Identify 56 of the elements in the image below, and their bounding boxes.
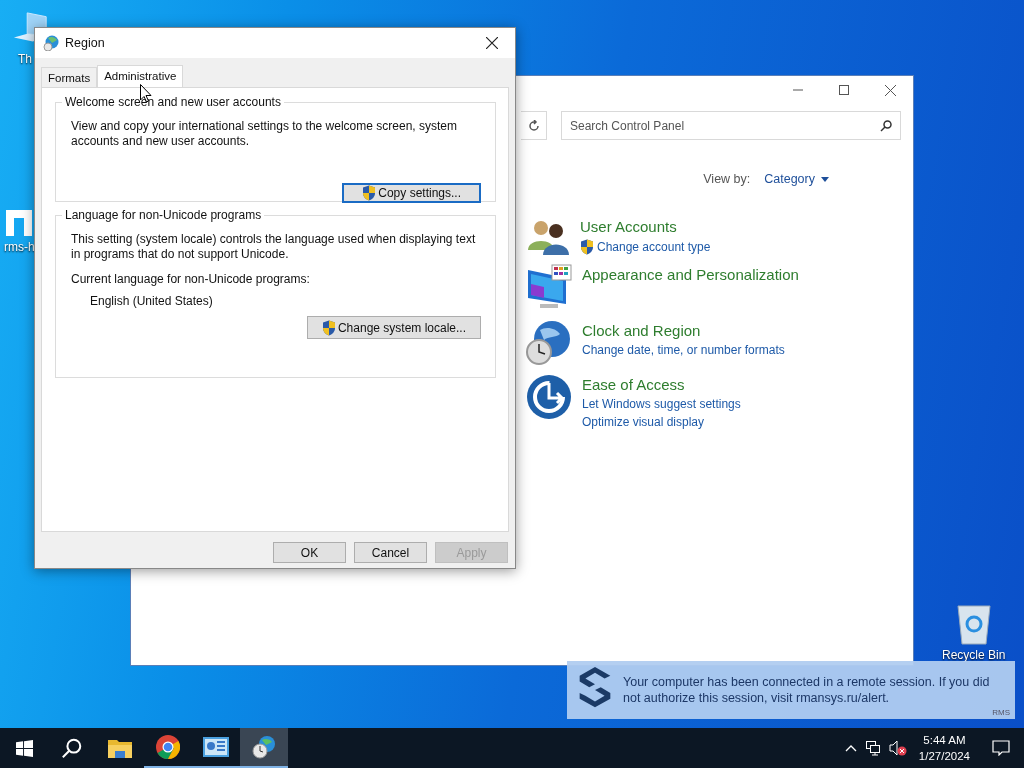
folder-icon bbox=[108, 738, 132, 758]
control-panel-icon bbox=[203, 737, 229, 757]
refresh-button[interactable] bbox=[521, 111, 547, 140]
tab[interactable]: Administrative bbox=[97, 65, 184, 87]
task-link[interactable]: Let Windows suggest settings bbox=[582, 397, 741, 411]
category-link[interactable]: User Accounts bbox=[580, 218, 711, 235]
category-link[interactable]: Clock and Region bbox=[582, 322, 785, 339]
taskbar-button[interactable] bbox=[240, 728, 288, 768]
notifications-icon[interactable] bbox=[992, 740, 1010, 756]
description-text: View and copy your international settings to the welcome screen, system accounts and new user accounts. bbox=[71, 119, 458, 149]
shield-icon bbox=[321, 319, 336, 336]
notification-message: Your computer has been connected in a remote session. If you did not authorize this session, visit rmansys.ru/alert. bbox=[623, 674, 991, 706]
icon-label: Th bbox=[18, 52, 32, 66]
search-field[interactable]: Search Control Panel bbox=[561, 111, 901, 140]
group-title: Welcome screen and new user accounts bbox=[62, 95, 284, 109]
network-icon[interactable] bbox=[864, 740, 881, 756]
window-title: Region bbox=[65, 36, 106, 50]
category-link[interactable]: Appearance and Personalization bbox=[582, 266, 799, 283]
caret-icon bbox=[821, 176, 829, 182]
description-text: This setting (system locale) controls the language used when displaying text in programs that do not support Unicode. bbox=[71, 232, 477, 262]
category-link[interactable]: Ease of Access bbox=[582, 376, 741, 393]
browser-icon bbox=[156, 735, 180, 759]
dialog-button[interactable]: OK bbox=[273, 542, 346, 563]
close-icon[interactable] bbox=[486, 37, 498, 49]
field-label: Current language for non-Unicode programs: bbox=[71, 272, 311, 286]
locale-value: English (United States) bbox=[90, 294, 214, 308]
clock-date[interactable]: 1/27/2024 bbox=[918, 748, 970, 764]
icon-label: rms-h bbox=[4, 240, 35, 254]
task-link[interactable]: Optimize visual display bbox=[582, 415, 741, 429]
windows-icon bbox=[15, 739, 33, 757]
notification-source: RMS bbox=[992, 708, 1010, 717]
task-link[interactable]: Change account type bbox=[580, 239, 711, 255]
shield-icon bbox=[580, 239, 594, 255]
task-link[interactable]: Change date, time, or number formats bbox=[582, 343, 785, 357]
settings-button[interactable]: Change system locale... bbox=[306, 316, 481, 339]
search-icon bbox=[61, 737, 83, 759]
globe-icon bbox=[43, 35, 59, 51]
clock-time[interactable]: 5:44 AM bbox=[923, 732, 966, 748]
tab[interactable]: Formats bbox=[41, 67, 98, 87]
muted-speaker-icon[interactable] bbox=[888, 740, 907, 756]
app-icon[interactable] bbox=[4, 208, 35, 238]
accessibility-icon bbox=[526, 374, 572, 420]
view-by-dropdown[interactable]: Category bbox=[764, 172, 829, 186]
globe-clock-icon bbox=[252, 735, 276, 759]
shield-icon bbox=[362, 185, 377, 201]
close-icon[interactable] bbox=[884, 84, 896, 96]
view-by-label: View by: bbox=[703, 172, 751, 186]
dialog-button[interactable]: Cancel bbox=[354, 542, 427, 563]
search-icon bbox=[880, 120, 892, 132]
settings-button[interactable]: Copy settings... bbox=[342, 183, 481, 203]
refresh-icon bbox=[527, 119, 540, 132]
group-title: Language for non-Unicode programs bbox=[62, 208, 265, 222]
globe-clock-icon bbox=[526, 320, 572, 366]
chevron-up-icon[interactable] bbox=[844, 744, 857, 752]
maximize-icon[interactable] bbox=[839, 85, 849, 95]
icon-label: Recycle Bin bbox=[942, 648, 1006, 662]
